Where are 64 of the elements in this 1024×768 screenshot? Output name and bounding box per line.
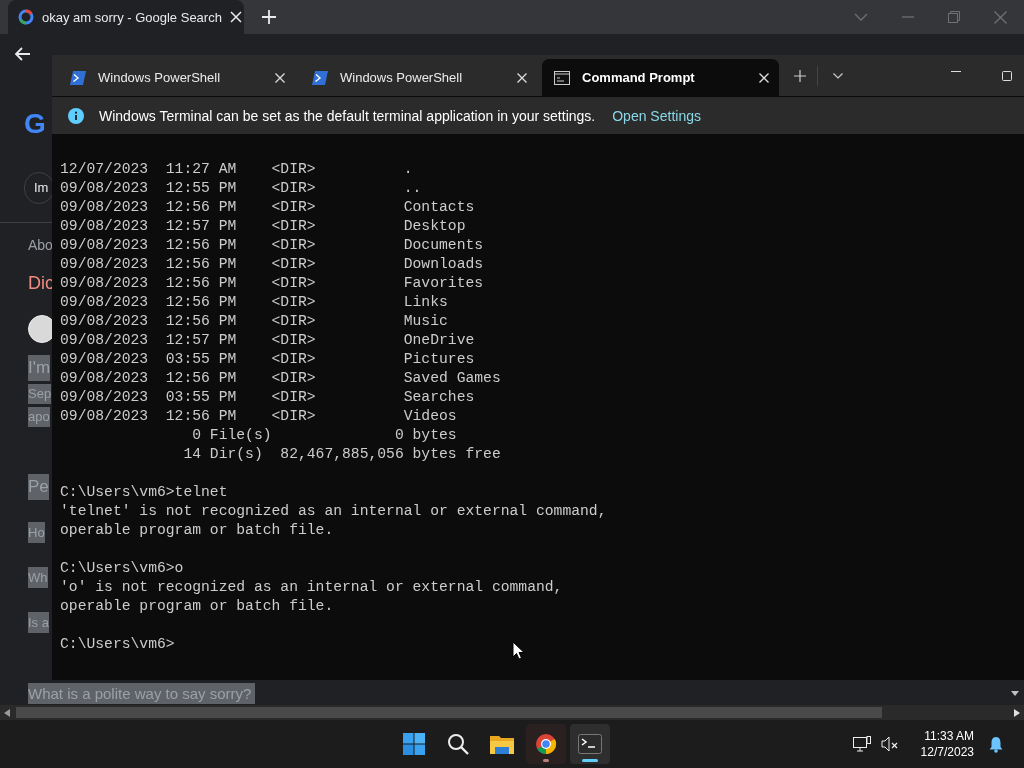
console-line: 09/08/2023 03:55 PM <DIR> Searches (60, 388, 475, 407)
scroll-left-icon[interactable] (4, 708, 10, 717)
console-line: 14 Dir(s) 82,467,885,056 bytes free (182, 445, 501, 464)
back-arrow-icon[interactable] (14, 47, 30, 61)
powershell-icon (70, 70, 86, 85)
terminal-tab[interactable]: Windows PowerShell (300, 59, 537, 97)
highlighted-text: apo (28, 407, 50, 427)
console-line: 09/08/2023 12:56 PM <DIR> Documents (60, 236, 484, 255)
console-line: 09/08/2023 12:56 PM <DIR> Videos (60, 407, 457, 426)
search-icon (447, 733, 469, 755)
console-line: 09/08/2023 12:57 PM <DIR> OneDrive (60, 331, 475, 350)
bell-icon[interactable] (988, 735, 1004, 753)
new-tab-icon[interactable] (262, 10, 276, 24)
scrollbar-thumb[interactable] (16, 707, 882, 718)
folder-icon (490, 734, 514, 754)
clock[interactable]: 11:33 AM 12/7/2023 (920, 728, 974, 760)
highlighted-text: I'm (28, 355, 51, 381)
console-line: 'o' is not recognized as an internal or external command, (60, 578, 563, 597)
chrome-taskbar-button[interactable] (526, 724, 566, 764)
powershell-icon (312, 70, 328, 85)
console-line: operable program or batch file. (60, 597, 334, 616)
console-line: 09/08/2023 12:56 PM <DIR> Saved Games (60, 369, 501, 388)
console-line: C:\Users\vm6> (60, 635, 175, 654)
four-squares-icon (403, 733, 425, 755)
console-line: 'telnet' is not recognized as an internal or external command, (60, 502, 607, 521)
highlighted-text: Pe (28, 474, 49, 500)
info-icon (68, 107, 84, 124)
console-line: 09/08/2023 12:56 PM <DIR> Downloads (60, 255, 484, 274)
console-line: 09/08/2023 12:56 PM <DIR> Contacts (60, 198, 475, 217)
open-settings-link[interactable]: Open Settings (612, 107, 701, 124)
terminal-tab[interactable]: Command Prompt (542, 59, 779, 97)
scroll-right-icon[interactable] (1014, 708, 1020, 717)
muted-speaker-icon[interactable] (880, 736, 899, 752)
monitor-icon[interactable] (852, 736, 871, 752)
terminal-tab[interactable]: Windows PowerShell (58, 59, 295, 97)
console-line: 09/08/2023 03:55 PM <DIR> Pictures (60, 350, 475, 369)
console-line: 12/07/2023 11:27 AM <DIR> . (60, 160, 413, 179)
console-line: 0 File(s) 0 bytes (191, 426, 457, 445)
colored-ball-icon (535, 733, 557, 755)
terminal-icon (578, 734, 602, 754)
browser-tab[interactable]: okay am sorry - Google Search (8, 0, 244, 34)
new-tab-icon[interactable] (794, 69, 806, 82)
console-line: 09/08/2023 12:55 PM <DIR> .. (60, 179, 422, 198)
info-message: Windows Terminal can be set as the default terminal application in your settings. (99, 107, 596, 124)
terminal-taskbar-button[interactable] (570, 724, 610, 764)
clock-date: 12/7/2023 (920, 744, 974, 760)
console-line: 09/08/2023 12:57 PM <DIR> Desktop (60, 217, 466, 236)
result-stats: Abo (28, 237, 53, 255)
console-line: C:\Users\vm6>o (60, 559, 184, 578)
restore-icon[interactable] (948, 11, 960, 23)
highlighted-text: Sep (28, 384, 52, 404)
console-line: 09/08/2023 12:56 PM <DIR> Music (60, 312, 448, 331)
console-line: operable program or batch file. (60, 521, 334, 540)
mouse-pointer-icon (512, 641, 525, 660)
logo: G (24, 110, 46, 138)
scroll-down-icon[interactable] (1011, 691, 1019, 696)
console-line: 09/08/2023 12:56 PM <DIR> Links (60, 293, 448, 312)
maximize-icon[interactable] (1002, 71, 1012, 81)
colored-ring-icon (18, 9, 34, 25)
console-icon (554, 70, 570, 85)
console-line: 09/08/2023 12:56 PM <DIR> Favorites (60, 274, 484, 293)
console-line: C:\Users\vm6>telnet (60, 483, 228, 502)
result-heading[interactable]: Dic (28, 273, 54, 295)
clock-time: 11:33 AM (924, 728, 974, 744)
